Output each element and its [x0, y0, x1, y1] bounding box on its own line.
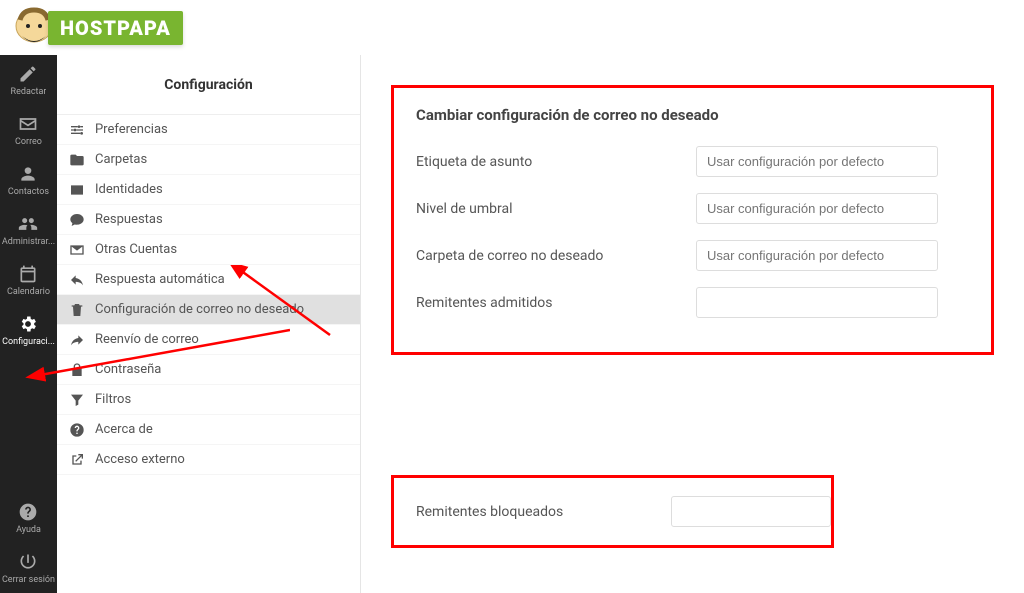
- settings-auto-reply[interactable]: Respuesta automática: [57, 265, 360, 295]
- nav-label: Calendario: [7, 287, 50, 297]
- spam-settings-section: Cambiar configuración de correo no desea…: [391, 85, 994, 355]
- nav-mail[interactable]: Correo: [0, 105, 57, 155]
- power-icon: [18, 552, 38, 572]
- main: Redactar Correo Contactos Administrar...…: [0, 55, 1024, 593]
- nav-label: Contactos: [8, 187, 49, 197]
- settings-password[interactable]: Contraseña: [57, 355, 360, 385]
- section-title: Cambiar configuración de correo no desea…: [416, 106, 991, 124]
- settings-external-access[interactable]: Acceso externo: [57, 445, 360, 475]
- mail-icon: [18, 114, 38, 134]
- label-spam-folder: Carpeta de correo no deseado: [416, 248, 696, 264]
- label-threshold: Nivel de umbral: [416, 201, 696, 217]
- lock-icon: [69, 362, 85, 378]
- row-subject-tag: Etiqueta de asunto: [416, 146, 991, 177]
- settings-item-label: Respuesta automática: [95, 272, 225, 287]
- settings-item-label: Acceso externo: [95, 452, 185, 467]
- envelope-icon: [69, 242, 85, 258]
- blocked-senders-section: Remitentes bloqueados: [391, 475, 834, 548]
- settings-preferences[interactable]: Preferencias: [57, 115, 360, 145]
- nav-label: Correo: [15, 137, 42, 147]
- input-subject-tag[interactable]: [696, 146, 938, 177]
- sliders-icon: [69, 122, 85, 138]
- row-threshold: Nivel de umbral: [416, 193, 991, 224]
- settings-item-label: Acerca de: [95, 422, 153, 437]
- input-threshold[interactable]: [696, 193, 938, 224]
- nav-admin[interactable]: Administrar...: [0, 205, 57, 255]
- settings-responses[interactable]: Respuestas: [57, 205, 360, 235]
- input-spam-folder[interactable]: [696, 240, 938, 271]
- settings-item-label: Otras Cuentas: [95, 242, 177, 257]
- calendar-icon: [18, 264, 38, 284]
- settings-filters[interactable]: Filtros: [57, 385, 360, 415]
- settings-item-label: Identidades: [95, 182, 163, 197]
- nav-contacts[interactable]: Contactos: [0, 155, 57, 205]
- settings-item-label: Configuración de correo no deseado: [95, 302, 304, 317]
- label-allowed-senders: Remitentes admitidos: [416, 295, 696, 311]
- input-allowed-senders[interactable]: [696, 287, 938, 318]
- settings-about[interactable]: Acerca de: [57, 415, 360, 445]
- settings-spam[interactable]: Configuración de correo no deseado: [57, 295, 360, 325]
- row-blocked-senders: Remitentes bloqueados: [416, 496, 831, 527]
- nav-label: Administrar...: [2, 237, 55, 247]
- nav-help[interactable]: Ayuda: [0, 493, 57, 543]
- settings-list: Preferencias Carpetas Identidades Respue…: [57, 115, 360, 593]
- settings-forwarding[interactable]: Reenvío de correo: [57, 325, 360, 355]
- brand-name: HOSTPAPA: [48, 11, 183, 45]
- header: HOSTPAPA: [0, 0, 1024, 55]
- nav-compose[interactable]: Redactar: [0, 55, 57, 105]
- folder-icon: [69, 152, 85, 168]
- settings-item-label: Reenvío de correo: [95, 332, 199, 347]
- nav-label: Cerrar sesión: [2, 575, 55, 585]
- nav-settings[interactable]: Configuraci...: [0, 305, 57, 355]
- edit-icon: [18, 64, 38, 84]
- users-icon: [18, 214, 38, 234]
- help-icon: [18, 502, 38, 522]
- settings-item-label: Respuestas: [95, 212, 163, 227]
- label-blocked-senders: Remitentes bloqueados: [416, 504, 671, 520]
- row-allowed-senders: Remitentes admitidos: [416, 287, 991, 318]
- forward-icon: [69, 332, 85, 348]
- settings-item-label: Contraseña: [95, 362, 161, 377]
- input-blocked-senders[interactable]: [671, 496, 831, 527]
- settings-other-accounts[interactable]: Otras Cuentas: [57, 235, 360, 265]
- label-subject-tag: Etiqueta de asunto: [416, 154, 696, 170]
- settings-item-label: Filtros: [95, 392, 131, 407]
- comment-icon: [69, 212, 85, 228]
- external-icon: [69, 452, 85, 468]
- trash-icon: [69, 302, 85, 318]
- nav-label: Redactar: [11, 87, 47, 97]
- nav-label: Configuraci...: [2, 337, 55, 347]
- settings-header: Configuración: [57, 55, 360, 115]
- settings-item-label: Carpetas: [95, 152, 147, 167]
- contacts-icon: [18, 164, 38, 184]
- idcard-icon: [69, 182, 85, 198]
- content-area: Cambiar configuración de correo no desea…: [361, 55, 1024, 593]
- nav-logout[interactable]: Cerrar sesión: [0, 543, 57, 593]
- help-icon: [69, 422, 85, 438]
- filter-icon: [69, 392, 85, 408]
- settings-identities[interactable]: Identidades: [57, 175, 360, 205]
- sidebar-nav: Redactar Correo Contactos Administrar...…: [0, 55, 57, 593]
- settings-item-label: Preferencias: [95, 122, 168, 137]
- row-spam-folder: Carpeta de correo no deseado: [416, 240, 991, 271]
- reply-icon: [69, 272, 85, 288]
- nav-label: Ayuda: [16, 525, 41, 535]
- gear-icon: [18, 314, 38, 334]
- settings-panel: Configuración Preferencias Carpetas Iden…: [57, 55, 361, 593]
- brand-logo: HOSTPAPA: [10, 4, 183, 52]
- settings-folders[interactable]: Carpetas: [57, 145, 360, 175]
- nav-calendar[interactable]: Calendario: [0, 255, 57, 305]
